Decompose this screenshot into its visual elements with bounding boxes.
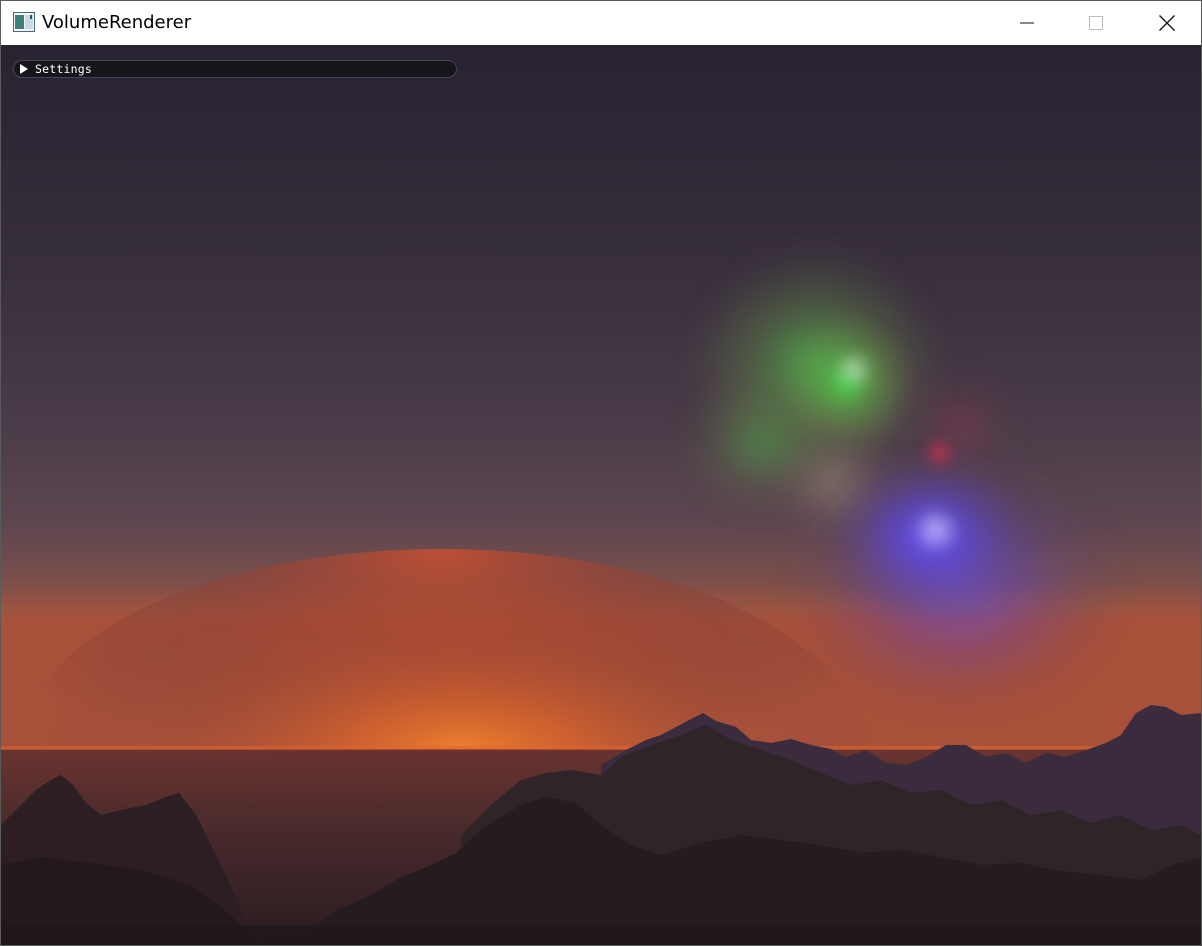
- settings-label: Settings: [35, 62, 92, 76]
- minimize-icon: [1020, 22, 1034, 24]
- horizon-line: [1, 746, 1201, 750]
- triangle-right-icon: [20, 64, 28, 74]
- volume-render-scene: [1, 45, 1201, 945]
- window-title: VolumeRenderer: [42, 12, 192, 33]
- maximize-icon: [1089, 16, 1103, 30]
- render-viewport[interactable]: [1, 45, 1201, 945]
- maximize-button[interactable]: [1073, 1, 1119, 45]
- close-icon: [1159, 15, 1175, 31]
- app-window-icon: [13, 12, 35, 32]
- settings-collapsing-header[interactable]: Settings: [13, 60, 457, 78]
- close-button[interactable]: [1144, 1, 1190, 45]
- title-bar[interactable]: VolumeRenderer: [1, 1, 1201, 45]
- minimize-button[interactable]: [1004, 1, 1050, 45]
- app-window: VolumeRenderer Settings: [0, 0, 1202, 946]
